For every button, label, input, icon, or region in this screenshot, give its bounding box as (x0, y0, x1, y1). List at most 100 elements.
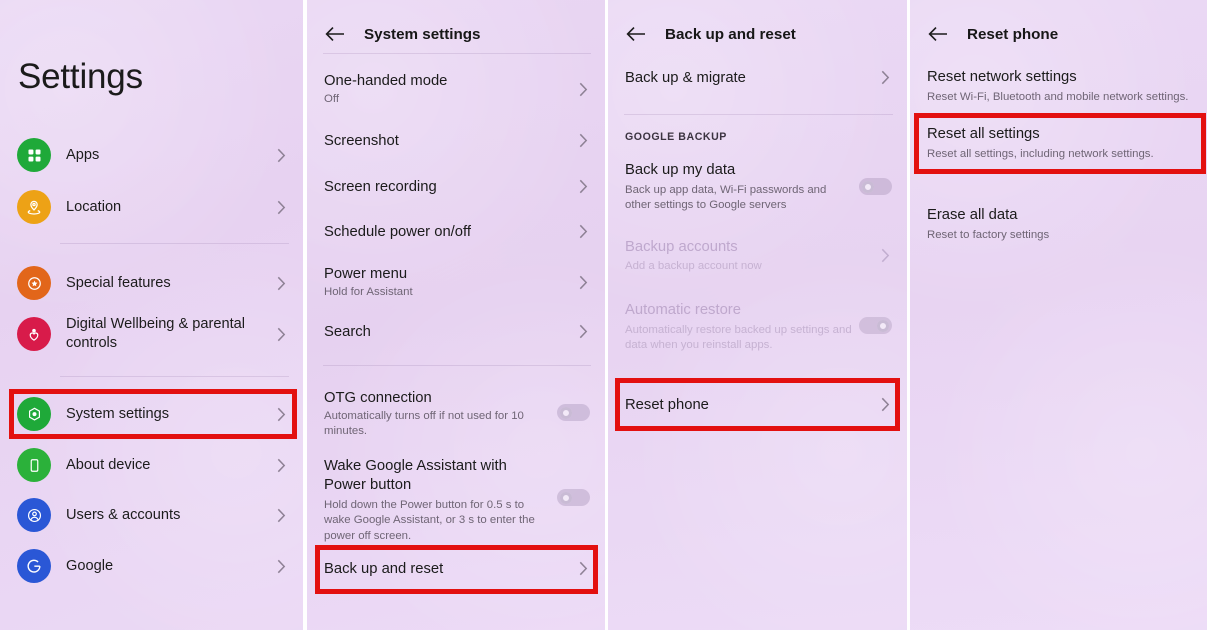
appbar-title: Reset phone (967, 25, 1059, 43)
list-item-subtitle: Reset all settings, including network se… (927, 148, 1154, 160)
sidebar-item-digital-wellbeing[interactable]: Digital Wellbeing & parental controls (0, 310, 303, 358)
sidebar-item-about-device[interactable]: About device (0, 448, 303, 482)
list-item-title: Schedule power on/off (324, 224, 471, 240)
page-title: Settings (18, 57, 143, 96)
sidebar-item-system-settings[interactable]: System settings (0, 397, 303, 431)
list-item-title: Automatic restore (625, 302, 741, 318)
chevron-right-icon (579, 82, 588, 97)
chevron-right-icon (579, 561, 588, 576)
chevron-right-icon (277, 559, 286, 574)
sidebar-item-special-features[interactable]: Special features (0, 266, 303, 300)
list-item-title: Reset network settings (927, 69, 1077, 85)
list-item-reset-all-settings[interactable]: Reset all settings Reset all settings, i… (910, 125, 1207, 165)
chevron-right-icon (277, 458, 286, 473)
list-item-back-up-my-data[interactable]: Back up my data Back up app data, Wi-Fi … (608, 161, 907, 213)
list-item-search[interactable]: Search (307, 323, 605, 345)
automatic-restore-toggle[interactable] (859, 317, 892, 334)
chevron-right-icon (277, 148, 286, 163)
list-item-back-up-migrate[interactable]: Back up & migrate (608, 69, 907, 91)
sidebar-item-label: System settings (66, 405, 170, 422)
list-item-erase-all-data[interactable]: Erase all data Reset to factory settings (910, 206, 1207, 246)
appbar-title: System settings (364, 25, 481, 43)
location-pin-icon (17, 190, 51, 224)
list-item-backup-accounts[interactable]: Backup accounts Add a backup account now (608, 238, 907, 278)
list-item-subtitle: Hold for Assistant (324, 286, 413, 298)
list-item-title: Reset phone (625, 397, 709, 413)
panel-settings: Settings Apps Location Special features … (0, 0, 303, 630)
list-item-title: Back up and reset (324, 561, 444, 577)
chevron-right-icon (579, 133, 588, 148)
appbar-reset-phone: Reset phone (910, 17, 1207, 51)
sidebar-item-label: Google (66, 557, 114, 574)
list-item-one-handed-mode[interactable]: One-handed mode Off (307, 72, 605, 110)
chevron-right-icon (277, 276, 286, 291)
list-item-title: One-handed mode (324, 73, 448, 89)
list-divider (624, 114, 893, 115)
list-item-schedule-power[interactable]: Schedule power on/off (307, 223, 605, 245)
list-item-screenshot[interactable]: Screenshot (307, 132, 605, 154)
list-item-title: Screenshot (324, 133, 399, 149)
list-item-subtitle: Reset to factory settings (927, 229, 1050, 241)
list-item-screen-recording[interactable]: Screen recording (307, 178, 605, 200)
list-item-title: Back up my data (625, 162, 736, 178)
sidebar-item-label: Digital Wellbeing & parental controls (66, 316, 246, 351)
list-item-automatic-restore[interactable]: Automatic restore Automatically restore … (608, 301, 907, 357)
list-item-subtitle: Automatically restore backed up settings… (625, 324, 852, 352)
sidebar-item-google[interactable]: Google (0, 549, 303, 583)
list-item-title: Power menu (324, 266, 408, 282)
list-item-title: Back up & migrate (625, 70, 746, 86)
appbar-system-settings: System settings (307, 17, 605, 51)
list-item-subtitle: Hold down the Power button for 0.5 s to … (324, 499, 535, 542)
panel-backup-reset: Back up and reset Back up & migrate GOOG… (608, 0, 907, 630)
chevron-right-icon (881, 397, 890, 412)
list-item-title: Screen recording (324, 179, 437, 195)
back-arrow-icon[interactable] (324, 23, 346, 45)
list-item-title: OTG connection (324, 390, 432, 406)
list-item-power-menu[interactable]: Power menu Hold for Assistant (307, 265, 605, 303)
back-up-my-data-toggle[interactable] (859, 178, 892, 195)
panel-system-settings: System settings One-handed mode Off Scre… (307, 0, 605, 630)
phone-device-icon (17, 448, 51, 482)
list-item-subtitle: Back up app data, Wi-Fi passwords and ot… (625, 184, 827, 212)
list-divider (60, 376, 289, 377)
otg-connection-toggle[interactable] (557, 404, 590, 421)
chevron-right-icon (881, 70, 890, 85)
list-item-subtitle: Off (324, 93, 339, 105)
appbar-title: Back up and reset (665, 25, 796, 43)
chevron-right-icon (579, 224, 588, 239)
chevron-right-icon (277, 407, 286, 422)
sidebar-item-label: Users & accounts (66, 506, 181, 523)
sidebar-item-label: Location (66, 198, 122, 215)
appbar-backup-reset: Back up and reset (608, 17, 907, 51)
list-item-title: Search (324, 324, 371, 340)
list-item-subtitle: Add a backup account now (625, 260, 762, 272)
chevron-right-icon (579, 275, 588, 290)
chevron-right-icon (277, 508, 286, 523)
list-item-reset-network-settings[interactable]: Reset network settings Reset Wi-Fi, Blue… (910, 68, 1207, 108)
list-item-title: Backup accounts (625, 239, 738, 255)
chevron-right-icon (277, 200, 286, 215)
wake-assistant-toggle[interactable] (557, 489, 590, 506)
star-badge-icon (17, 266, 51, 300)
list-item-otg-connection[interactable]: OTG connection Automatically turns off i… (307, 389, 605, 439)
sidebar-item-label: About device (66, 456, 151, 473)
chevron-right-icon (881, 248, 890, 263)
list-item-back-up-and-reset[interactable]: Back up and reset (307, 560, 605, 582)
apps-grid-icon (17, 138, 51, 172)
list-item-subtitle: Automatically turns off if not used for … (324, 410, 524, 438)
sidebar-item-users-accounts[interactable]: Users & accounts (0, 498, 303, 532)
google-g-icon (17, 549, 51, 583)
list-item-reset-phone[interactable]: Reset phone (608, 396, 907, 418)
sidebar-item-location[interactable]: Location (0, 190, 303, 224)
list-item-wake-assistant[interactable]: Wake Google Assistant with Power button … (307, 457, 605, 549)
screenshot-strip: Settings Apps Location Special features … (0, 0, 1207, 630)
back-arrow-icon[interactable] (927, 23, 949, 45)
list-item-title: Reset all settings (927, 126, 1040, 142)
back-arrow-icon[interactable] (625, 23, 647, 45)
list-item-title: Wake Google Assistant with Power button (324, 458, 507, 494)
chevron-right-icon (579, 179, 588, 194)
list-divider (323, 365, 591, 366)
sidebar-item-apps[interactable]: Apps (0, 138, 303, 172)
list-divider (60, 243, 289, 244)
user-account-icon (17, 498, 51, 532)
